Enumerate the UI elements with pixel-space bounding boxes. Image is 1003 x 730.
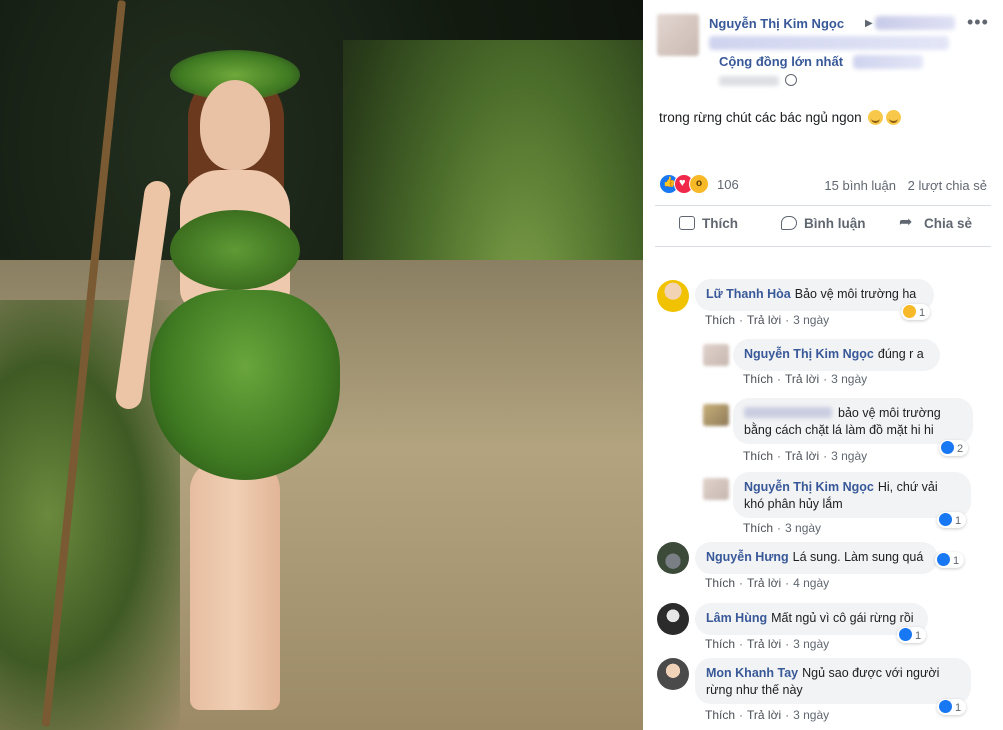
comment-time[interactable]: 3 ngày: [831, 372, 867, 386]
reaction-badge[interactable]: 1: [937, 512, 967, 528]
comment-bubble: bảo vệ môi trường bằng cách chặt lá làm …: [733, 398, 973, 444]
post-header: Nguyễn Thị Kim Ngọc ▶ Cộng đồng lớn nhất…: [643, 0, 1003, 95]
comment-author[interactable]: Lâm Hùng: [706, 611, 767, 625]
comment-meta: Thích · Trả lời · 3 ngày: [743, 372, 868, 386]
wow-reaction-icon: [689, 174, 709, 194]
comment-meta: Thích · Trả lời · 3 ngày: [705, 708, 830, 722]
comment-bubble: Lâm Hùng Mất ngủ vì cô gái rừng rồi: [695, 603, 928, 635]
grin-emoji-icon: [886, 110, 902, 125]
reaction-badge[interactable]: 1: [897, 627, 927, 643]
post-text-content: trong rừng chút các bác ngủ ngon: [659, 110, 862, 125]
comment-author[interactable]: Nguyễn Thị Kim Ngọc: [744, 347, 874, 361]
comment-time[interactable]: 3 ngày: [793, 637, 829, 651]
comment-like-link[interactable]: Thích: [705, 637, 735, 651]
share-arrow-icon: [899, 212, 917, 232]
leaf-skirt: [150, 290, 340, 480]
comment-reply-link[interactable]: Trả lời: [785, 372, 819, 386]
like-reaction-icon: [899, 628, 912, 641]
comment-text: Mất ngủ vì cô gái rừng rồi: [771, 611, 914, 625]
share-button[interactable]: Chia sẻ: [899, 212, 972, 232]
divider: [655, 205, 991, 206]
like-reaction-icon: [939, 700, 952, 713]
comment-author[interactable]: Lữ Thanh Hòa: [706, 287, 791, 301]
author-name[interactable]: Nguyễn Thị Kim Ngọc: [709, 16, 844, 31]
blurred-timestamp[interactable]: [719, 76, 779, 86]
avatar[interactable]: [703, 478, 729, 500]
blurred-group-text: [875, 16, 955, 30]
post-panel: Nguyễn Thị Kim Ngọc ▶ Cộng đồng lớn nhất…: [643, 0, 1003, 730]
comment-reply-link[interactable]: Trả lời: [785, 449, 819, 463]
comment-like-link[interactable]: Thích: [743, 521, 773, 535]
comment-like-link[interactable]: Thích: [705, 313, 735, 327]
more-options-icon[interactable]: •••: [967, 12, 989, 33]
comment-meta: Thích · 3 ngày: [743, 521, 822, 535]
comment-time[interactable]: 3 ngày: [793, 313, 829, 327]
comment-reply-link[interactable]: Trả lời: [747, 576, 781, 590]
post-actions: Thích Bình luận Chia sẻ: [643, 208, 1003, 244]
avatar[interactable]: [703, 404, 729, 426]
comment-text: Bảo vệ môi trường ha: [794, 287, 917, 301]
comment-bubble: Nguyễn Hưng Lá sung. Làm sung quá: [695, 542, 938, 574]
comment-meta: Thích · Trả lời · 3 ngày: [743, 449, 868, 463]
thumbs-up-icon: [679, 216, 695, 230]
comment-meta: Thích · Trả lời · 3 ngày: [705, 637, 830, 651]
blurred-comment-author[interactable]: [744, 407, 832, 418]
comment-bubble: Nguyễn Thị Kim Ngọc Hi, chứ vải khó phân …: [733, 472, 971, 518]
comments-count[interactable]: 15 bình luận: [824, 178, 896, 193]
reaction-badge[interactable]: 2: [939, 440, 969, 456]
like-reaction-icon: [937, 553, 950, 566]
like-reaction-icon: [941, 441, 954, 454]
avatar[interactable]: [703, 344, 729, 366]
like-reaction-icon: [939, 513, 952, 526]
comment-bubble: Mon Khanh Tay Ngủ sao được với người rừng…: [695, 658, 971, 704]
post-photo[interactable]: [0, 0, 643, 730]
comment-text: đúng r a: [877, 347, 924, 361]
comment-author[interactable]: Nguyễn Hưng: [706, 550, 789, 564]
comment-like-link[interactable]: Thích: [743, 449, 773, 463]
comment-reply-link[interactable]: Trả lời: [747, 313, 781, 327]
reaction-badge[interactable]: 1: [901, 304, 931, 320]
comment-reply-link[interactable]: Trả lời: [747, 637, 781, 651]
comment-time[interactable]: 3 ngày: [793, 708, 829, 722]
comment-author[interactable]: Mon Khanh Tay: [706, 666, 798, 680]
reaction-badge[interactable]: 1: [935, 552, 965, 568]
smile-emoji-icon: [868, 110, 884, 125]
divider: [655, 246, 991, 247]
leaf-top: [170, 210, 300, 290]
comment-bubble: Nguyễn Thị Kim Ngọc đúng r a: [733, 339, 940, 371]
reaction-count[interactable]: 106: [717, 177, 739, 192]
woman-figure: [114, 50, 340, 710]
author-avatar[interactable]: [657, 14, 699, 56]
comment-time[interactable]: 3 ngày: [785, 521, 821, 535]
comment-like-link[interactable]: Thích: [743, 372, 773, 386]
reaction-badge[interactable]: 1: [937, 699, 967, 715]
comment-time[interactable]: 3 ngày: [831, 449, 867, 463]
comment-meta: Thích · Trả lời · 3 ngày: [705, 313, 830, 327]
post-stats: 15 bình luận 2 lượt chia sẻ: [816, 178, 987, 193]
comment-author[interactable]: Nguyễn Thị Kim Ngọc: [744, 480, 874, 494]
comment-meta: Thích · Trả lời · 4 ngày: [705, 576, 830, 590]
caret-right-icon: ▶: [865, 18, 873, 29]
comment-button[interactable]: Bình luận: [781, 216, 866, 231]
comment-bubble: Lữ Thanh Hòa Bảo vệ môi trường ha: [695, 279, 934, 311]
avatar[interactable]: [657, 542, 689, 574]
avatar[interactable]: [657, 280, 689, 312]
blurred-group-text: [709, 36, 949, 50]
group-name[interactable]: Cộng đồng lớn nhất: [719, 54, 843, 69]
like-button[interactable]: Thích: [679, 216, 738, 231]
shares-count[interactable]: 2 lượt chia sẻ: [908, 178, 987, 193]
comment-like-link[interactable]: Thích: [705, 708, 735, 722]
comment-bubble-icon: [781, 216, 797, 230]
comment-like-link[interactable]: Thích: [705, 576, 735, 590]
comment-text: Lá sung. Làm sung quá: [792, 550, 924, 564]
blurred-group-text: [853, 55, 923, 69]
post-text: trong rừng chút các bác ngủ ngon: [659, 110, 902, 125]
haha-reaction-icon: [903, 305, 916, 318]
avatar[interactable]: [657, 603, 689, 635]
globe-icon: [785, 74, 797, 86]
comment-reply-link[interactable]: Trả lời: [747, 708, 781, 722]
avatar[interactable]: [657, 658, 689, 690]
comment-time[interactable]: 4 ngày: [793, 576, 829, 590]
